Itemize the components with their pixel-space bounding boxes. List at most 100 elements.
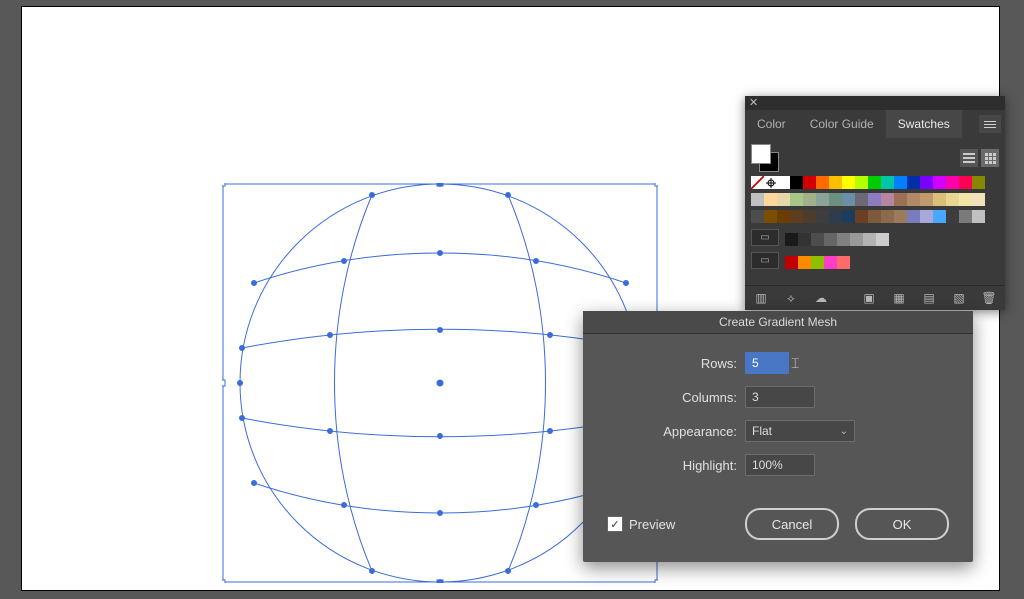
- grid-view-button[interactable]: [981, 149, 999, 167]
- swatch-group-icon[interactable]: ▭: [751, 252, 779, 269]
- swatch[interactable]: [803, 176, 816, 189]
- panel-topbar[interactable]: ✕: [745, 96, 1005, 110]
- swatch[interactable]: [907, 176, 920, 189]
- columns-input[interactable]: [745, 386, 815, 408]
- swatch[interactable]: [946, 193, 959, 206]
- cancel-button[interactable]: Cancel: [745, 508, 839, 540]
- swatch[interactable]: [816, 176, 829, 189]
- tab-swatches[interactable]: Swatches: [886, 110, 962, 138]
- swatch[interactable]: [868, 193, 881, 206]
- rows-label: Rows:: [607, 356, 737, 371]
- swatch[interactable]: [842, 193, 855, 206]
- tab-color-guide[interactable]: Color Guide: [798, 110, 886, 138]
- swatch-options-icon[interactable]: ☁: [813, 290, 829, 306]
- appearance-select[interactable]: Flat ⌄: [745, 420, 855, 442]
- swatch[interactable]: [790, 193, 803, 206]
- swatch-library-icon[interactable]: ▥: [753, 290, 769, 306]
- swatch[interactable]: [850, 233, 863, 246]
- swatch[interactable]: [829, 210, 842, 223]
- list-view-icon: [963, 153, 975, 163]
- swatch[interactable]: [933, 176, 946, 189]
- swatch[interactable]: [881, 210, 894, 223]
- rows-input[interactable]: [745, 352, 789, 374]
- swatch[interactable]: [829, 176, 842, 189]
- new-swatch-icon[interactable]: ▧: [951, 290, 967, 306]
- show-swatch-kinds-icon[interactable]: ⟡: [783, 290, 799, 306]
- swatch[interactable]: [824, 233, 837, 246]
- swatch[interactable]: [751, 193, 764, 206]
- swatch[interactable]: [777, 176, 790, 189]
- swatch[interactable]: [855, 176, 868, 189]
- swatch[interactable]: [751, 210, 764, 223]
- swatch[interactable]: [790, 210, 803, 223]
- swatch[interactable]: [907, 210, 920, 223]
- swatch[interactable]: [959, 193, 972, 206]
- swatch[interactable]: [824, 256, 837, 269]
- swatch-group-icon[interactable]: ▭: [751, 229, 779, 246]
- swatch[interactable]: [842, 210, 855, 223]
- swatch[interactable]: [785, 233, 798, 246]
- swatch[interactable]: [868, 210, 881, 223]
- swatch[interactable]: [894, 210, 907, 223]
- swatch[interactable]: [863, 233, 876, 246]
- swatch[interactable]: [798, 233, 811, 246]
- swatch[interactable]: [933, 210, 946, 223]
- swatch[interactable]: [972, 193, 985, 206]
- swatch[interactable]: [811, 233, 824, 246]
- swatch[interactable]: [855, 210, 868, 223]
- highlight-input[interactable]: [745, 454, 815, 476]
- delete-swatch-icon[interactable]: 🗑: [981, 290, 997, 306]
- swatch[interactable]: [855, 193, 868, 206]
- swatch[interactable]: [959, 176, 972, 189]
- swatch[interactable]: [811, 256, 824, 269]
- new-color-group-icon[interactable]: ▣: [861, 290, 877, 306]
- swatch[interactable]: [972, 176, 985, 189]
- panel-menu-icon[interactable]: [979, 115, 1001, 133]
- folder-icon[interactable]: ▤: [921, 290, 937, 306]
- tab-color[interactable]: Color: [745, 110, 798, 138]
- swatch[interactable]: [881, 176, 894, 189]
- swatch[interactable]: [837, 256, 850, 269]
- swatch[interactable]: [876, 233, 889, 246]
- swatch[interactable]: [751, 176, 764, 189]
- edit-swatch-icon[interactable]: ▦: [891, 290, 907, 306]
- panel-tabs: Color Color Guide Swatches: [745, 110, 1005, 138]
- swatch[interactable]: [920, 176, 933, 189]
- list-view-button[interactable]: [960, 149, 978, 167]
- swatch[interactable]: [959, 210, 972, 223]
- swatch[interactable]: [920, 210, 933, 223]
- swatch[interactable]: [946, 176, 959, 189]
- swatch[interactable]: [881, 193, 894, 206]
- swatch[interactable]: [803, 193, 816, 206]
- swatch[interactable]: [842, 176, 855, 189]
- swatches-body: ▭ ▭: [745, 138, 1005, 269]
- swatch[interactable]: [972, 210, 985, 223]
- swatch[interactable]: [803, 210, 816, 223]
- swatch[interactable]: [946, 210, 959, 223]
- swatch[interactable]: [933, 193, 946, 206]
- swatch[interactable]: [920, 193, 933, 206]
- swatch[interactable]: [785, 256, 798, 269]
- swatch[interactable]: [894, 176, 907, 189]
- ok-button[interactable]: OK: [855, 508, 949, 540]
- preview-checkbox[interactable]: ✓ Preview: [607, 516, 675, 532]
- swatch[interactable]: [790, 176, 803, 189]
- swatch[interactable]: [777, 193, 790, 206]
- swatch[interactable]: [837, 233, 850, 246]
- swatch[interactable]: [764, 210, 777, 223]
- swatch[interactable]: [816, 210, 829, 223]
- swatch[interactable]: [798, 256, 811, 269]
- swatch[interactable]: [829, 193, 842, 206]
- swatch[interactable]: [764, 193, 777, 206]
- swatches-panel[interactable]: ✕ Color Color Guide Swatches: [745, 96, 1005, 310]
- swatch[interactable]: [868, 176, 881, 189]
- create-gradient-mesh-dialog[interactable]: Create Gradient Mesh Rows: ⌶ Columns: Ap…: [583, 311, 973, 562]
- swatch[interactable]: [816, 193, 829, 206]
- fill-stroke-swatch[interactable]: [751, 144, 779, 172]
- swatch[interactable]: [907, 193, 920, 206]
- swatch[interactable]: [764, 176, 777, 189]
- swatch-row-grays: [785, 233, 889, 246]
- swatch[interactable]: [894, 193, 907, 206]
- swatch[interactable]: [777, 210, 790, 223]
- close-icon[interactable]: ✕: [749, 97, 758, 109]
